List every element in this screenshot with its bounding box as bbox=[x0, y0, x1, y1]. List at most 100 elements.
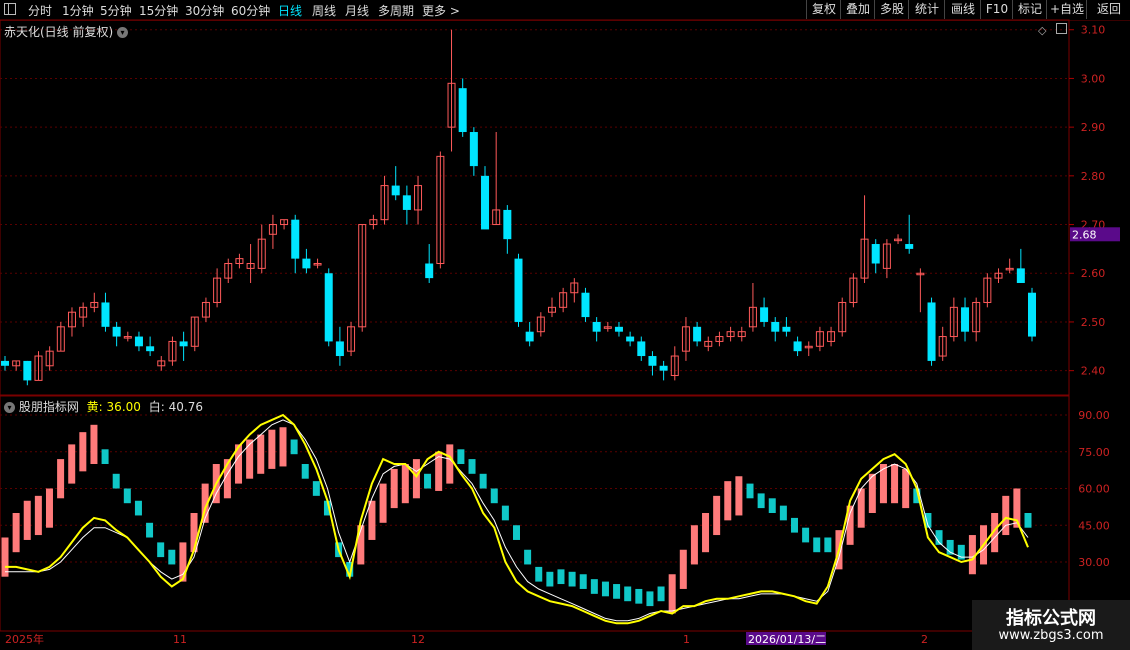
candle-down bbox=[592, 321, 601, 332]
candle-down bbox=[760, 307, 769, 322]
indicator-bar bbox=[779, 505, 787, 521]
indicator-bar bbox=[546, 571, 554, 587]
indicator-panel-frame bbox=[0, 395, 1070, 632]
stock-title: 赤天化(日线 前复权) bbox=[4, 25, 114, 39]
indicator-bar bbox=[379, 483, 387, 523]
indicator-bar bbox=[557, 569, 565, 585]
indicator-bar bbox=[479, 473, 487, 489]
candle-down bbox=[1028, 292, 1036, 337]
indicator-bar bbox=[690, 525, 698, 565]
indicator-bar bbox=[513, 525, 520, 540]
indicator-bar bbox=[157, 542, 165, 558]
yellow-value: 36.00 bbox=[106, 400, 141, 414]
indicator-bar bbox=[902, 468, 910, 509]
candle-down bbox=[469, 132, 478, 167]
indicator-bar bbox=[68, 444, 76, 484]
candle-down bbox=[134, 336, 143, 347]
indicator-bar bbox=[257, 434, 265, 474]
indicator-bar bbox=[524, 549, 532, 565]
candle-down bbox=[458, 88, 467, 133]
candle-down bbox=[391, 185, 400, 196]
price-axis-label: 3.10 bbox=[1081, 24, 1106, 37]
price-axis-label: 2.60 bbox=[1081, 267, 1106, 280]
candle-down bbox=[905, 244, 914, 249]
indicator-bar bbox=[1024, 513, 1032, 528]
candle-down bbox=[961, 307, 970, 332]
diamond-icon[interactable]: ◇ bbox=[1038, 24, 1046, 37]
indicator-bar bbox=[624, 586, 632, 602]
indicator-bar bbox=[168, 549, 176, 565]
time-axis-label: 2026/01/13/二 bbox=[748, 633, 826, 646]
candle-down bbox=[614, 326, 623, 332]
indicator-name: 股朋指标网 bbox=[18, 400, 79, 414]
indicator-bar bbox=[702, 513, 710, 553]
indicator-bar bbox=[123, 488, 131, 504]
indicator-bar bbox=[746, 483, 754, 499]
dropdown-icon[interactable]: ▾ bbox=[117, 27, 129, 38]
indicator-bar bbox=[290, 439, 298, 455]
indicator-axis-label: 30.00 bbox=[1078, 556, 1110, 569]
white-label: 白: bbox=[148, 400, 165, 414]
indicator-bar bbox=[12, 513, 20, 553]
indicator-bar bbox=[90, 424, 98, 464]
candle-down bbox=[1016, 268, 1025, 283]
indicator-bar bbox=[635, 588, 643, 604]
price-axis-label: 2.90 bbox=[1081, 121, 1106, 134]
indicator-bar bbox=[1002, 495, 1010, 536]
indicator-bar bbox=[535, 566, 543, 582]
indicator-bar bbox=[23, 500, 31, 540]
indicator-bar bbox=[412, 459, 420, 499]
candle-down bbox=[648, 356, 657, 366]
candle-down bbox=[927, 302, 936, 361]
candle-down bbox=[771, 321, 780, 332]
indicator-bar bbox=[590, 579, 598, 594]
price-axis-label: 3.00 bbox=[1081, 72, 1106, 85]
indicator-bar bbox=[57, 459, 65, 499]
window-toggle-icon[interactable] bbox=[1055, 23, 1067, 34]
indicator-bar bbox=[490, 488, 498, 504]
watermark-title: 指标公式网 bbox=[1006, 608, 1096, 629]
main-panel-frame bbox=[0, 19, 1070, 396]
indicator-bar bbox=[579, 574, 587, 589]
candle-down bbox=[291, 219, 300, 259]
indicator-bar bbox=[657, 586, 665, 602]
yellow-label: 黄: bbox=[86, 400, 103, 414]
watermark: 指标公式网 www.zbgs3.com bbox=[972, 600, 1130, 650]
stock-chart[interactable]: 3.103.002.902.802.702.602.502.402.6890.0… bbox=[0, 0, 1130, 650]
indicator-bar bbox=[568, 571, 576, 587]
indicator-bar bbox=[312, 481, 320, 496]
time-axis-label: 12 bbox=[411, 633, 425, 646]
candle-down bbox=[525, 331, 534, 342]
indicator-bar bbox=[891, 464, 899, 504]
indicator-bar bbox=[468, 459, 476, 474]
indicator-bar bbox=[146, 522, 154, 538]
candle-down bbox=[324, 273, 333, 342]
indicator-axis-label: 90.00 bbox=[1078, 409, 1110, 422]
time-axis-label: 2025年 bbox=[5, 632, 44, 646]
indicator-axis-label: 45.00 bbox=[1078, 519, 1110, 532]
panel-controls: ◇ bbox=[1038, 23, 1067, 37]
price-axis-label: 2.80 bbox=[1081, 170, 1106, 183]
indicator-bar bbox=[601, 581, 609, 597]
watermark-url: www.zbgs3.com bbox=[998, 628, 1104, 643]
indicator-bar bbox=[390, 468, 398, 509]
time-axis-label: 11 bbox=[173, 633, 187, 646]
indicator-dropdown-icon[interactable]: ▾ bbox=[4, 402, 15, 413]
time-axis-label: 1 bbox=[683, 633, 690, 646]
indicator-bar bbox=[34, 495, 42, 536]
indicator-bar bbox=[735, 476, 743, 516]
indicator-bar bbox=[134, 500, 142, 516]
candle-down bbox=[1, 360, 9, 366]
candle-down bbox=[23, 360, 32, 381]
indicator-bar bbox=[301, 464, 309, 479]
candle-down bbox=[626, 336, 635, 342]
indicator-bar bbox=[713, 495, 721, 536]
candle-down bbox=[871, 244, 880, 264]
white-value: 40.76 bbox=[168, 400, 203, 414]
indicator-title: ▾ 股朋指标网 黄: 36.00 白: 40.76 bbox=[4, 398, 203, 415]
indicator-bar bbox=[268, 429, 276, 469]
candle-down bbox=[101, 302, 110, 327]
indicator-bar bbox=[813, 537, 821, 553]
candle-down bbox=[146, 346, 155, 352]
indicator-bar bbox=[824, 537, 832, 553]
